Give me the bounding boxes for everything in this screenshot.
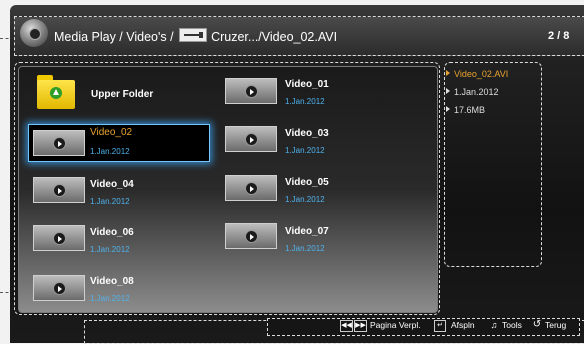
bullet-icon <box>446 70 450 76</box>
video-thumbnail <box>33 130 85 156</box>
bullet-icon <box>446 106 450 112</box>
list-item-date: 1.Jan.2012 <box>90 197 130 206</box>
footer-tools-label[interactable]: Tools <box>502 320 522 330</box>
list-item-date: 1.Jan.2012 <box>90 147 130 156</box>
footer-play-label[interactable]: Afspln <box>451 320 475 330</box>
breadcrumb-file: Cruzer.../Video_02.AVI <box>211 30 338 44</box>
play-icon <box>245 133 258 146</box>
list-item-name: Video_01 <box>285 79 329 90</box>
up-arrow-icon <box>50 87 62 99</box>
video-thumbnail <box>225 78 277 104</box>
play-icon <box>245 182 258 195</box>
play-icon <box>53 282 66 295</box>
list-item-name: Video_08 <box>90 276 134 287</box>
media-play-icon <box>20 19 48 47</box>
list-item-name: Video_04 <box>90 179 134 190</box>
page-count: 2 / 8 <box>548 30 570 42</box>
breadcrumb: Media Play / Video's / Cruzer.../Video_0… <box>54 28 337 44</box>
video-thumbnail <box>33 275 85 301</box>
footer-return-label[interactable]: Terug <box>545 320 566 330</box>
video-thumbnail <box>225 223 277 249</box>
info-filename: Video_02.AVI <box>446 69 508 79</box>
play-icon <box>53 137 66 150</box>
play-icon <box>53 232 66 245</box>
info-size: 17.6MB <box>446 105 485 115</box>
bullet-icon <box>446 88 450 94</box>
upper-folder-icon <box>37 75 75 109</box>
play-icon <box>53 184 66 197</box>
play-icon <box>245 85 258 98</box>
video-thumbnail <box>225 175 277 201</box>
enter-icon: ↵ <box>434 320 446 332</box>
tools-icon: ♫ <box>490 320 498 330</box>
list-item-name: Video_05 <box>285 177 329 188</box>
list-item-name: Video_02 <box>90 127 133 138</box>
list-item-date: 1.Jan.2012 <box>285 146 325 155</box>
video-thumbnail <box>33 225 85 251</box>
list-item-name: Video_06 <box>90 227 134 238</box>
list-item-name: Video_03 <box>285 128 329 139</box>
footer-page-label[interactable]: Pagina Verpl. <box>370 320 421 330</box>
list-item-date: 1.Jan.2012 <box>90 294 130 303</box>
return-icon: ↺ <box>532 319 542 330</box>
list-item-name: Video_07 <box>285 226 329 237</box>
upper-folder-label: Upper Folder <box>91 89 154 100</box>
video-thumbnail <box>225 126 277 152</box>
page-next-icon: ▶▶ <box>354 320 367 332</box>
video-thumbnail <box>33 177 85 203</box>
usb-drive-icon <box>179 28 208 42</box>
list-item-date: 1.Jan.2012 <box>90 245 130 254</box>
list-item-date: 1.Jan.2012 <box>285 97 325 106</box>
breadcrumb-path: Media Play / Video's / <box>54 30 178 44</box>
play-icon <box>245 230 258 243</box>
info-date: 1.Jan.2012 <box>446 87 499 97</box>
page-prev-icon: ◀◀ <box>340 320 353 332</box>
list-item-date: 1.Jan.2012 <box>285 244 325 253</box>
list-item-date: 1.Jan.2012 <box>285 195 325 204</box>
